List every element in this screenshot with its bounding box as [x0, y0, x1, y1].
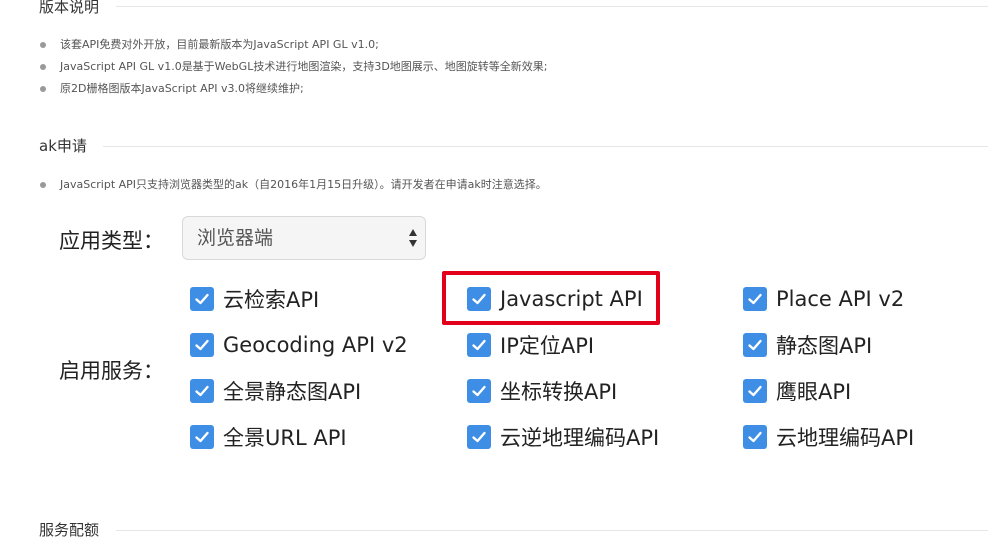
- app-type-select[interactable]: 浏览器端: [182, 216, 426, 260]
- service-checkbox-static-map[interactable]: 静态图API: [743, 330, 872, 360]
- section-title-quota: 服务配额: [39, 519, 99, 540]
- service-label: 全景URL API: [223, 426, 347, 450]
- service-checkbox-panorama-url[interactable]: 全景URL API: [190, 422, 347, 452]
- sort-arrows-icon: [409, 229, 417, 247]
- section-title-version: 版本说明: [39, 0, 99, 17]
- highlight-box: [442, 271, 660, 325]
- service-checkbox-geocoding-api[interactable]: Geocoding API v2: [190, 330, 408, 360]
- check-icon: [743, 287, 767, 311]
- service-label: Place API v2: [776, 287, 905, 311]
- service-label: IP定位API: [500, 334, 595, 358]
- service-checkbox-cloud-reverse-geocoding[interactable]: 云逆地理编码API: [467, 422, 659, 452]
- bullet-dot-icon: [40, 182, 46, 188]
- service-label: 全景静态图API: [223, 380, 362, 404]
- service-label: 坐标转换API: [500, 380, 618, 404]
- section-rule-quota: [116, 530, 988, 531]
- check-icon: [743, 425, 767, 449]
- bullet-dot-icon: [40, 64, 46, 70]
- check-icon: [190, 425, 214, 449]
- service-label: 鹰眼API: [776, 380, 852, 404]
- list-item: JavaScript API GL v1.0是基于WebGL技术进行地图渲染，支…: [39, 56, 548, 78]
- service-label: 静态图API: [776, 334, 873, 358]
- page: 版本说明 该套API免费对外开放，目前最新版本为JavaScript API G…: [0, 0, 993, 550]
- check-icon: [467, 425, 491, 449]
- service-checkbox-eagle-eye[interactable]: 鹰眼API: [743, 376, 851, 406]
- check-icon: [190, 333, 214, 357]
- check-icon: [467, 333, 491, 357]
- list-item: JavaScript API只支持浏览器类型的ak（自2016年1月15日升级）…: [39, 174, 547, 196]
- service-checkbox-cloud-geocoding[interactable]: 云地理编码API: [743, 422, 914, 452]
- check-icon: [743, 379, 767, 403]
- service-label: 云地理编码API: [776, 426, 915, 450]
- app-type-label: 应用类型：: [59, 229, 164, 253]
- service-label: 云检索API: [223, 288, 320, 312]
- services-label: 启用服务：: [59, 359, 164, 383]
- section-title-version-text: 版本说明: [39, 0, 100, 16]
- section-rule-version: [116, 6, 988, 7]
- app-type-select-value: 浏览器端: [197, 227, 274, 249]
- section-title-ak-text: ak申请: [39, 137, 87, 155]
- list-item: 该套API免费对外开放，目前最新版本为JavaScript API GL v1.…: [39, 34, 548, 56]
- service-label: 云逆地理编码API: [500, 426, 660, 450]
- check-icon: [467, 379, 491, 403]
- check-icon: [743, 333, 767, 357]
- check-icon: [190, 379, 214, 403]
- check-icon: [190, 287, 214, 311]
- bullet-dot-icon: [40, 42, 46, 48]
- section-title-quota-text: 服务配额: [39, 521, 100, 539]
- service-checkbox-coord-convert[interactable]: 坐标转换API: [467, 376, 617, 406]
- service-checkbox-panorama-static[interactable]: 全景静态图API: [190, 376, 361, 406]
- list-item: 原2D栅格图版本JavaScript API v3.0将继续维护;: [39, 78, 548, 100]
- ak-bullet-list: JavaScript API只支持浏览器类型的ak（自2016年1月15日升级）…: [39, 174, 547, 196]
- service-label: Geocoding API v2: [223, 333, 408, 357]
- section-title-ak: ak申请: [39, 135, 87, 156]
- service-checkbox-place-api[interactable]: Place API v2: [743, 284, 904, 314]
- service-checkbox-ip-location[interactable]: IP定位API: [467, 330, 594, 360]
- bullet-dot-icon: [40, 86, 46, 92]
- service-checkbox-cloud-search[interactable]: 云检索API: [190, 284, 319, 314]
- version-bullet-list: 该套API免费对外开放，目前最新版本为JavaScript API GL v1.…: [39, 34, 548, 100]
- section-rule-ak: [103, 146, 988, 147]
